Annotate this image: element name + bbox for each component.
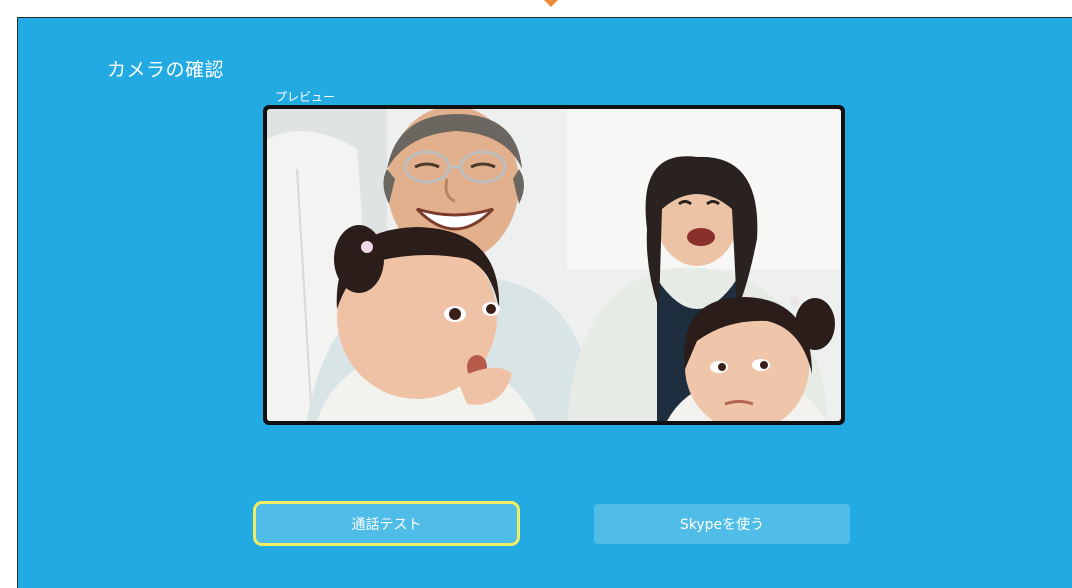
- call-test-button[interactable]: 通話テスト: [253, 501, 520, 546]
- camera-preview-image: [267, 109, 841, 421]
- use-skype-button[interactable]: Skypeを使う: [594, 504, 850, 544]
- preview-label: プレビュー: [275, 90, 336, 104]
- focus-marker-icon: [544, 0, 558, 7]
- page-title: カメラの確認: [107, 59, 225, 81]
- camera-check-screen: カメラの確認 プレビュー 通話テスト Skypeを使う: [17, 17, 1072, 588]
- camera-preview: [263, 105, 845, 425]
